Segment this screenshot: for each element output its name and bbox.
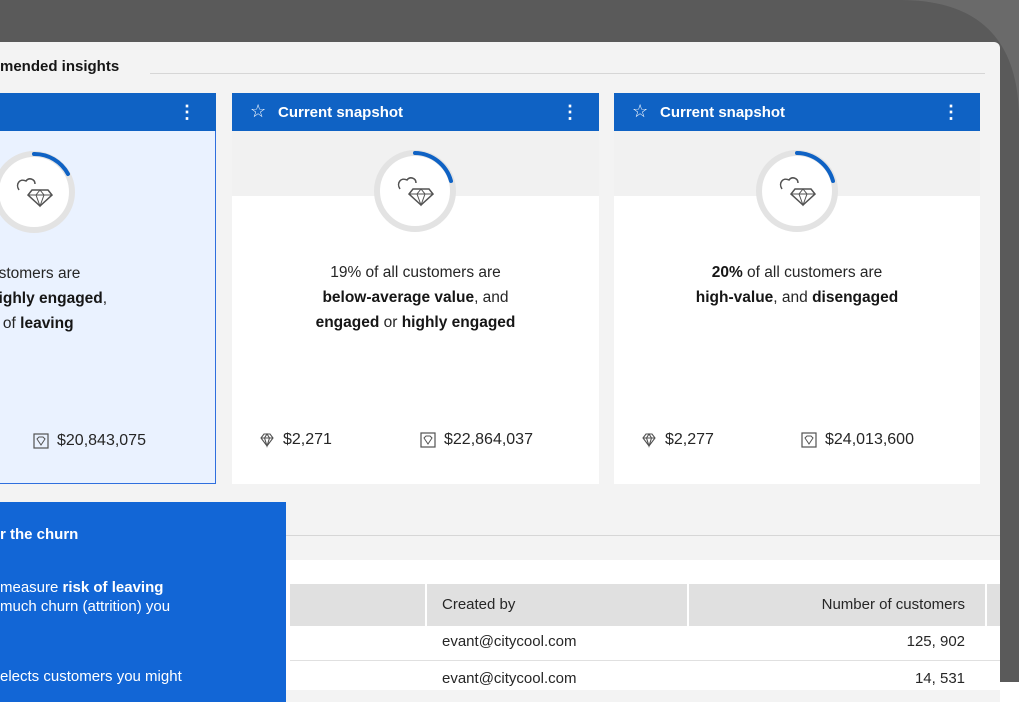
table-header-cell [290, 584, 425, 626]
insight-text-line-3: risk of leaving [0, 315, 74, 332]
table-header-customers[interactable]: Number of customers [689, 584, 985, 626]
insight-text-line-1: 19% of all customers are [330, 264, 501, 281]
insight-text-line-1: 20% of all customers are [711, 264, 883, 281]
star-outline-icon[interactable]: ☆ [632, 101, 648, 121]
heart-diamond-icon [374, 150, 456, 232]
heart-diamond-icon [756, 150, 838, 232]
churn-tooltip[interactable]: r the churn measure risk of leaving much… [0, 502, 286, 702]
insight-card-1[interactable]: ⋮ ll customers are or highly engaged, ri… [0, 93, 216, 484]
diamond-box-icon [33, 433, 49, 449]
diamond-icon [642, 432, 656, 448]
card-title: Current snapshot [660, 104, 786, 121]
insight-text: 19% of all customers are below-average v… [232, 260, 599, 335]
insight-card-3[interactable]: ☆ Current snapshot ⋮ 20% of all customer… [614, 93, 980, 484]
card-header: ☆ Current snapshot ⋮ [614, 93, 980, 131]
diamond-box-icon [420, 432, 436, 448]
insight-text-line-3: engaged or highly engaged [315, 314, 516, 331]
table-header-cell [987, 584, 1000, 626]
section-divider [150, 73, 985, 74]
table-cell-customers: 125, 902 [906, 633, 965, 650]
insight-text-line-2: or highly engaged, [0, 290, 108, 307]
section-title: mended insights [0, 58, 120, 75]
metric-total: $22,864,037 [420, 431, 533, 449]
overflow-menu-icon[interactable]: ⋮ [942, 103, 960, 121]
overflow-menu-icon[interactable]: ⋮ [561, 103, 579, 121]
insight-text-line-2: below-average value, and [322, 289, 509, 306]
card-header: ⋮ [0, 93, 216, 131]
insight-card-2[interactable]: ☆ Current snapshot ⋮ 19% of all customer… [232, 93, 599, 484]
metric-total: $24,013,600 [801, 431, 914, 449]
star-outline-icon[interactable]: ☆ [250, 101, 266, 121]
insight-text-line-1: ll customers are [0, 265, 81, 282]
metric-total: $20,843,075 [33, 432, 146, 450]
metric-average: $2,277 [641, 431, 714, 449]
overflow-menu-icon[interactable]: ⋮ [178, 103, 196, 121]
tooltip-title: r the churn [0, 526, 79, 543]
tooltip-line-2: much churn (attrition) you [0, 598, 171, 615]
table-header-created-by[interactable]: Created by [427, 584, 687, 626]
insight-text: 20% of all customers are high-value, and… [614, 260, 980, 310]
table-cell-customers: 14, 531 [914, 670, 965, 687]
table-cell-created-by: evant@citycool.com [442, 633, 577, 650]
table-cell-created-by: evant@citycool.com [442, 670, 577, 687]
insight-text: ll customers are or highly engaged, risk… [0, 261, 215, 336]
diamond-icon [260, 432, 274, 448]
tooltip-line-3: elects customers you might [0, 668, 182, 685]
metric-average: $2,271 [259, 431, 332, 449]
diamond-box-icon [801, 432, 817, 448]
insight-text-line-2: high-value, and disengaged [695, 289, 899, 306]
tooltip-line-1: measure risk of leaving [0, 579, 164, 596]
table-row-divider [290, 660, 1000, 661]
heart-diamond-icon [0, 151, 75, 233]
card-header: ☆ Current snapshot ⋮ [232, 93, 599, 131]
section-divider [280, 535, 1000, 536]
card-title: Current snapshot [278, 104, 404, 121]
